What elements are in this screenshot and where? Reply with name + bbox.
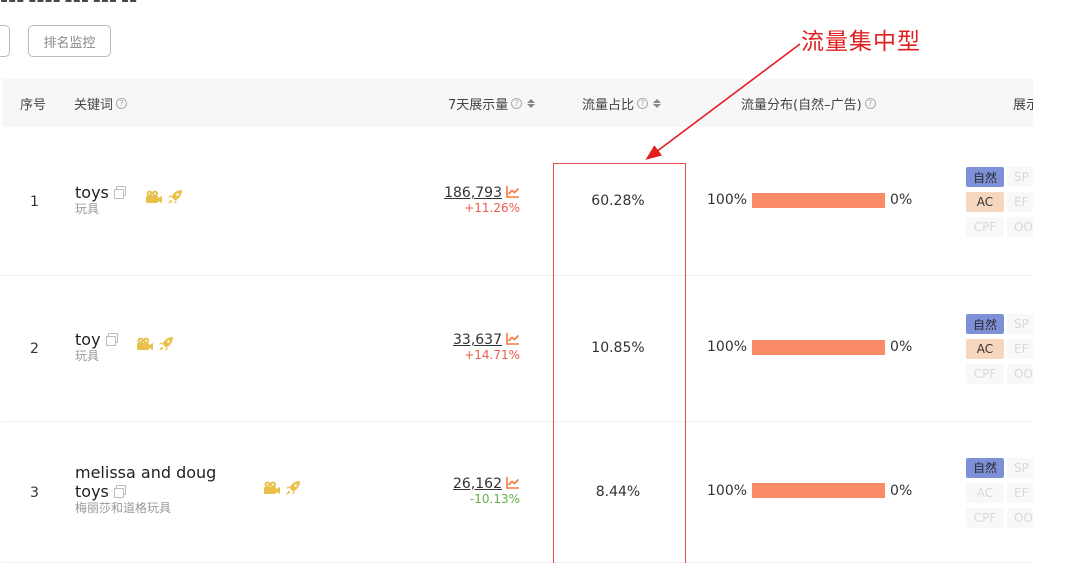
arrow-line: [645, 43, 801, 160]
annotation-arrow: [645, 43, 801, 160]
annotation-label: 流量集中型: [801, 29, 921, 55]
keyword-table-view: ▪▪▪ ▪▪▪▪ ▪▪▪ ▪▪▪ ▪▪ 排名监控 序号 关键词 ? 7天展示量 …: [0, 0, 1033, 563]
